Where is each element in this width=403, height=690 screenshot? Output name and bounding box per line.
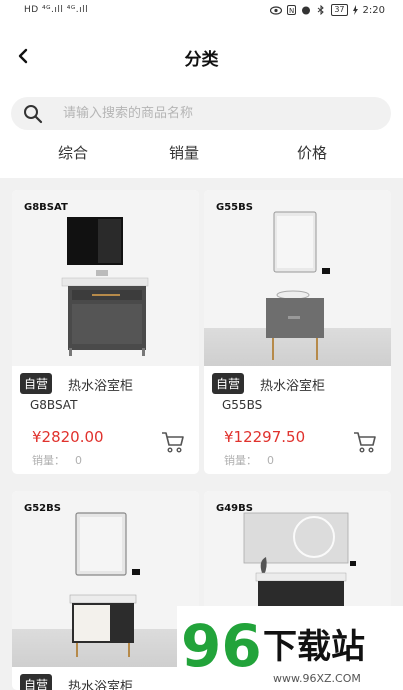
search-icon (24, 105, 43, 124)
product-price: ¥2820.00 (32, 428, 104, 446)
vanity-cabinet-image (61, 217, 149, 356)
site-watermark: 96 下载站 www.96XZ.COM (177, 606, 403, 690)
product-name: 热水浴室柜 (68, 379, 134, 394)
status-bar: HD ⁴ᴳ.ıll ⁴ᴳ.ıll N 37 2:20 (0, 0, 403, 24)
add-to-cart-icon[interactable] (160, 430, 186, 454)
sales-value: 0 (75, 454, 82, 467)
model-tag: G8BSAT (24, 202, 68, 213)
model-tag: G55BS (216, 202, 253, 213)
product-name: 热水浴室柜 (260, 379, 326, 394)
sales-label: 销量： (224, 454, 257, 467)
header-bar: 分类 (0, 24, 403, 90)
product-card[interactable]: G8BSAT 自营 热水浴室柜 G8BSAT ¥2820.00 销量： 0 (12, 190, 199, 474)
sales-count: 销量： 0 (32, 452, 82, 468)
sort-tab-sales[interactable]: 销量 (144, 142, 224, 163)
alarm-icon (302, 6, 311, 15)
watermark-url: www.96XZ.COM (273, 672, 361, 685)
sort-tab-comprehensive[interactable]: 综合 (33, 142, 113, 163)
product-card[interactable]: G55BS 自营 热水浴室柜 G55BS ¥12297.50 销量： 0 (204, 190, 391, 474)
product-model: G55BS (222, 398, 263, 412)
product-image: G55BS (204, 190, 391, 366)
model-tag: G52BS (24, 503, 61, 514)
eye-icon (270, 5, 283, 15)
clock: 2:20 (362, 4, 385, 16)
sort-tab-price[interactable]: 价格 (272, 142, 352, 163)
nfc-icon: N (287, 5, 297, 15)
add-to-cart-icon[interactable] (352, 430, 378, 454)
product-name: 热水浴室柜 (68, 680, 134, 690)
sales-value: 0 (267, 454, 274, 467)
watermark-logo-number: 96 (181, 612, 262, 680)
vanity-cabinet-image (266, 211, 330, 360)
product-price: ¥12297.50 (224, 428, 306, 446)
self-operated-badge: 自营 (20, 674, 53, 690)
charging-icon (352, 5, 358, 15)
sales-label: 销量： (32, 454, 65, 467)
sort-tabs: 综合 销量 价格 (0, 142, 403, 170)
model-tag: G49BS (216, 503, 253, 514)
svg-text:N: N (289, 7, 294, 15)
bluetooth-icon (318, 5, 325, 15)
watermark-logo-text: 下载站 (263, 627, 365, 667)
self-operated-badge: 自营 (212, 373, 245, 394)
product-image: G52BS (12, 491, 199, 667)
self-operated-badge: 自营 (20, 373, 53, 394)
page-title: 分类 (184, 50, 219, 70)
sales-count: 销量： 0 (224, 452, 274, 468)
search-input[interactable] (63, 103, 363, 124)
product-card[interactable]: G52BS 自营 热水浴室柜 (12, 491, 199, 690)
product-model: G8BSAT (30, 398, 78, 412)
product-image: G8BSAT (12, 190, 199, 366)
vanity-cabinet-image (69, 512, 140, 657)
status-icons: N 37 2:20 (270, 4, 385, 16)
search-bar[interactable] (11, 97, 391, 130)
watermark-logo: 96 下载站 www.96XZ.COM (181, 612, 365, 685)
battery-indicator: 37 (331, 4, 348, 16)
signal-indicators: HD ⁴ᴳ.ıll ⁴ᴳ.ıll (24, 5, 89, 15)
